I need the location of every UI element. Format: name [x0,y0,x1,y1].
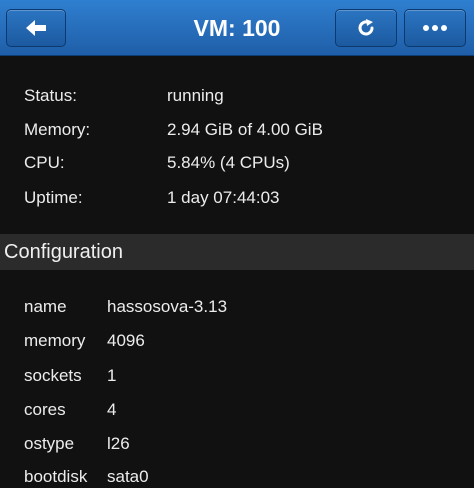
config-key: cores [24,400,66,419]
config-key: bootdisk [24,467,88,486]
uptime-row: Uptime: 1 day 07:44:03 [0,180,474,214]
status-value: running [167,86,224,105]
config-row: memory 4096 [0,323,474,357]
back-button[interactable] [6,9,66,47]
cpu-label: CPU: [24,153,65,172]
config-key: name [24,297,67,316]
config-row: bootdisk sata0 [0,459,474,488]
uptime-value: 1 day 07:44:03 [167,188,280,207]
config-key: memory [24,331,86,350]
more-button[interactable] [404,9,466,47]
uptime-label: Uptime: [24,188,83,207]
config-row: sockets 1 [0,358,474,392]
arrow-left-icon [24,17,48,39]
config-value: 4 [107,400,117,419]
more-dots-icon [421,24,449,32]
configuration-panel: name hassosova-3.13 memory 4096 sockets … [0,270,474,488]
config-row: ostype l26 [0,426,474,460]
config-value: sata0 [107,467,149,486]
refresh-button[interactable] [335,9,397,47]
config-value: 4096 [107,331,145,350]
config-value: l26 [107,434,130,453]
config-row: name hassosova-3.13 [0,289,474,323]
config-value: 1 [107,366,117,385]
refresh-icon [355,17,377,39]
status-panel: Status: running Memory: 2.94 GiB of 4.00… [0,56,474,234]
memory-row: Memory: 2.94 GiB of 4.00 GiB [0,112,474,146]
page-title: VM: 100 [193,15,281,41]
config-row: cores 4 [0,392,474,426]
config-key: ostype [24,434,75,453]
cpu-value: 5.84% (4 CPUs) [167,153,290,172]
cpu-row: CPU: 5.84% (4 CPUs) [0,145,474,179]
config-value: hassosova-3.13 [107,297,228,316]
memory-label: Memory: [24,120,91,139]
header-bar: VM: 100 [0,0,474,56]
vm-detail-screen: VM: 100 Status: running Memory: 2.94 GiB… [0,0,474,488]
config-key: sockets [24,366,82,385]
status-label: Status: [24,86,77,105]
configuration-heading: Configuration [0,234,474,270]
status-row: Status: running [0,78,474,112]
memory-value: 2.94 GiB of 4.00 GiB [167,120,323,139]
